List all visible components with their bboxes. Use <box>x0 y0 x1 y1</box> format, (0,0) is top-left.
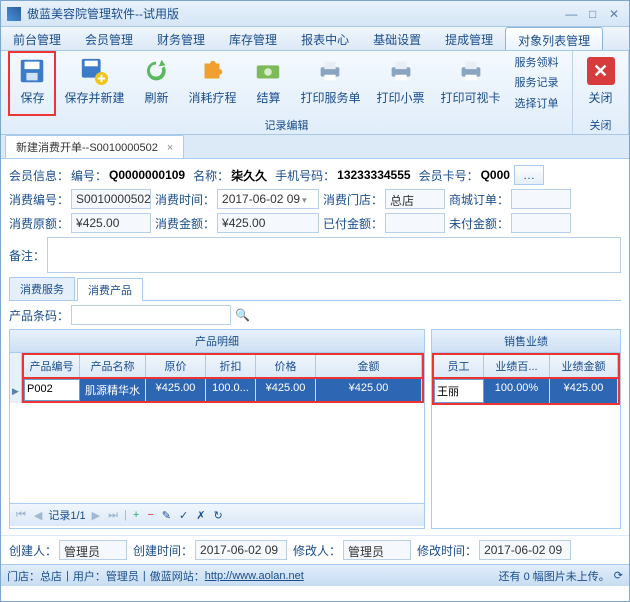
order-time-field[interactable]: 2017-06-02 09▾ <box>217 189 319 209</box>
window-title: 傲蓝美容院管理软件--试用版 <box>27 5 562 22</box>
ellipsis-button[interactable]: … <box>514 165 544 185</box>
service-record-link[interactable]: 服务记录 <box>515 75 559 91</box>
order-no-field: S0010000502 <box>71 189 151 209</box>
upload-icon[interactable]: ⟳ <box>614 569 623 582</box>
status-bar: 门店： 总店 | 用户： 管理员 | 傲蓝网站： http://www.aola… <box>1 564 629 586</box>
printer-icon <box>314 55 346 87</box>
main-menu: 前台管理 会员管理 财务管理 库存管理 报表中心 基础设置 提成管理 对象列表管… <box>1 27 629 51</box>
menu-finance[interactable]: 财务管理 <box>145 27 217 50</box>
close-icon: ✕ <box>587 57 615 85</box>
pager-cancel-icon[interactable]: ✗ <box>194 509 207 522</box>
printer-icon <box>455 55 487 87</box>
order-store-field: 总店 <box>385 189 445 209</box>
modifier-field: 管理员 <box>343 540 411 560</box>
remark-field[interactable] <box>47 237 621 273</box>
unpaid-field <box>511 213 571 233</box>
refresh-button[interactable]: 刷新 <box>132 51 180 116</box>
tab-service[interactable]: 消费服务 <box>9 277 75 300</box>
menu-member[interactable]: 会员管理 <box>73 27 145 50</box>
tab-close-icon[interactable]: × <box>167 142 173 154</box>
close-window-icon[interactable]: ✕ <box>605 7 623 21</box>
save-new-icon <box>78 55 110 87</box>
select-order-link[interactable]: 选择订单 <box>515 96 559 112</box>
save-new-button[interactable]: 保存并新建 <box>56 51 132 116</box>
tab-product[interactable]: 消费产品 <box>77 278 143 301</box>
menu-commission[interactable]: 提成管理 <box>433 27 505 50</box>
maximize-icon[interactable]: □ <box>584 7 602 21</box>
member-phone: 13233334555 <box>337 168 410 182</box>
pager-prev-icon[interactable]: ◀ <box>32 509 44 522</box>
sub-tabs: 消费服务 消费产品 <box>9 277 621 301</box>
barcode-input[interactable] <box>71 305 231 325</box>
pager-first-icon[interactable]: ⏮ <box>14 509 28 522</box>
puzzle-icon <box>196 55 228 87</box>
table-row[interactable]: 王丽 100.00% ¥425.00 <box>432 379 620 405</box>
amount-field: ¥425.00 <box>217 213 319 233</box>
pager-del-icon[interactable]: − <box>145 509 155 521</box>
minimize-icon[interactable]: — <box>562 7 580 21</box>
member-id: Q0000000109 <box>109 168 185 182</box>
save-icon <box>16 55 48 87</box>
menu-front[interactable]: 前台管理 <box>1 27 73 50</box>
ribbon-group-label: 记录编辑 <box>265 116 309 134</box>
row-indicator-icon: ▶ <box>10 379 22 403</box>
document-tabs: 新建消费开单--S0010000502 × <box>1 135 629 159</box>
pager-next-icon[interactable]: ▶ <box>90 509 102 522</box>
settle-button[interactable]: 结算 <box>244 51 292 116</box>
menu-reports[interactable]: 报表中心 <box>289 27 361 50</box>
service-material-link[interactable]: 服务领料 <box>515 55 559 71</box>
paid-field <box>385 213 445 233</box>
website-link[interactable]: http://www.aolan.net <box>205 570 304 582</box>
pager-add-icon[interactable]: + <box>131 509 141 521</box>
pager-last-icon[interactable]: ⏭ <box>106 509 120 522</box>
create-time-field: 2017-06-02 09 <box>195 540 287 560</box>
member-info-label: 会员信息： <box>9 167 69 184</box>
pager-ok-icon[interactable]: ✓ <box>177 509 190 522</box>
product-grid: 产品明细 产品编号 产品名称 原价 折扣 价格 金额 ▶ P002 肌源精华水 … <box>9 329 425 529</box>
ribbon: 保存 保存并新建 刷新 消耗疗程 结算 打印服务单 <box>1 51 629 135</box>
modify-time-field: 2017-06-02 09 <box>479 540 571 560</box>
orig-amount-field: ¥425.00 <box>71 213 151 233</box>
table-row[interactable]: P002 肌源精华水 ¥425.00 100.0... ¥425.00 ¥425… <box>22 379 424 403</box>
creator-field: 管理员 <box>59 540 127 560</box>
print-card-button[interactable]: 打印可视卡 <box>433 51 509 116</box>
member-name: 柒久久 <box>231 167 267 184</box>
mall-order-field <box>511 189 571 209</box>
ribbon-close-button[interactable]: ✕ 关闭 <box>577 51 625 116</box>
menu-settings[interactable]: 基础设置 <box>361 27 433 50</box>
money-icon <box>252 55 284 87</box>
pager-edit-icon[interactable]: ✎ <box>160 509 173 522</box>
title-bar: 傲蓝美容院管理软件--试用版 — □ ✕ <box>1 1 629 27</box>
sales-grid: 销售业绩 员工 业绩百... 业绩金额 王丽 100.00% ¥425.00 <box>431 329 621 529</box>
upload-status: 还有 0 幅图片未上传。 <box>499 568 610 584</box>
status-store: 总店 <box>40 568 62 584</box>
pager-refresh-icon[interactable]: ↻ <box>211 509 224 522</box>
save-button[interactable]: 保存 <box>8 51 56 116</box>
refresh-icon <box>140 55 172 87</box>
printer-icon <box>385 55 417 87</box>
status-user: 管理员 <box>106 568 139 584</box>
document-tab[interactable]: 新建消费开单--S0010000502 × <box>5 135 184 158</box>
print-service-button[interactable]: 打印服务单 <box>292 51 368 116</box>
print-receipt-button[interactable]: 打印小票 <box>369 51 433 116</box>
app-logo-icon <box>7 7 21 21</box>
menu-inventory[interactable]: 库存管理 <box>217 27 289 50</box>
menu-object-list[interactable]: 对象列表管理 <box>505 27 603 50</box>
search-icon[interactable]: 🔍 <box>235 308 250 322</box>
pager: ⏮ ◀ 记录1/1 ▶ ⏭ | + − ✎ ✓ ✗ ↻ <box>10 503 424 526</box>
member-card: Q000 <box>481 168 510 182</box>
consume-course-button[interactable]: 消耗疗程 <box>180 51 244 116</box>
